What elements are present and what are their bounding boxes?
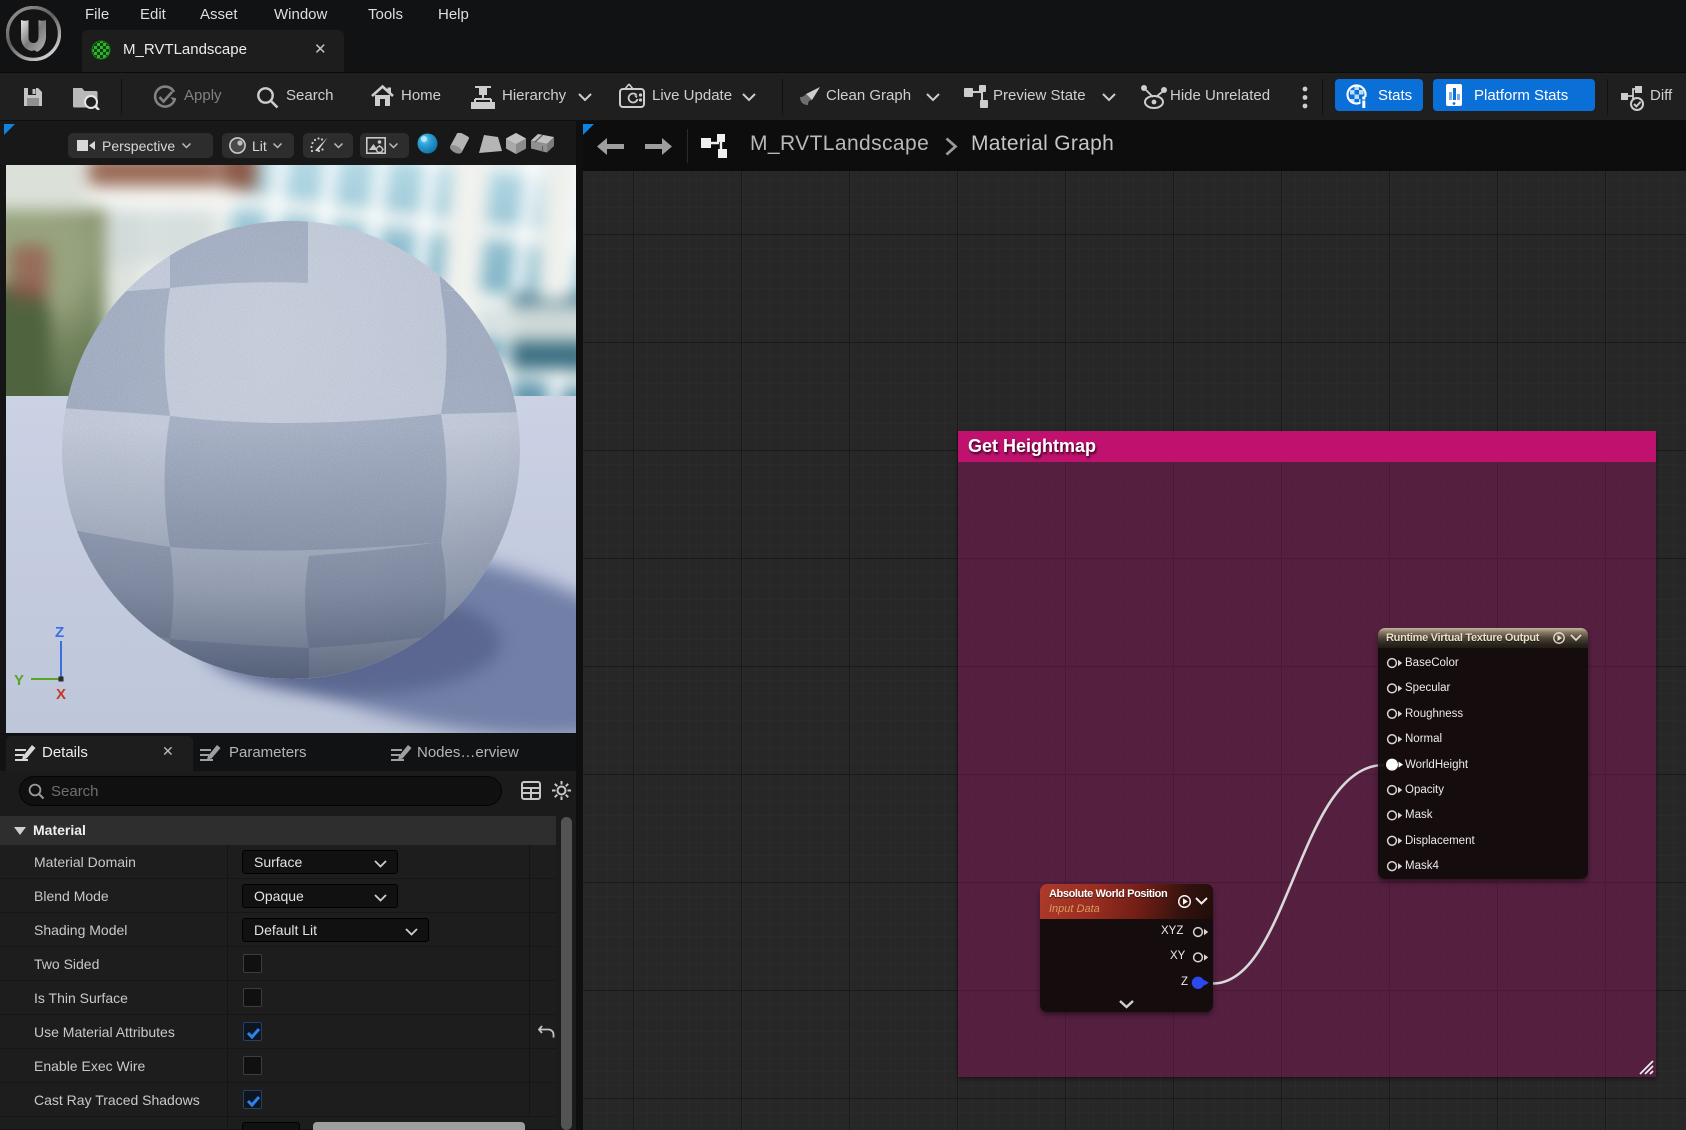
svg-text:X: X	[56, 686, 66, 703]
svg-text:Z: Z	[55, 624, 64, 641]
svg-text:Y: Y	[14, 672, 24, 689]
